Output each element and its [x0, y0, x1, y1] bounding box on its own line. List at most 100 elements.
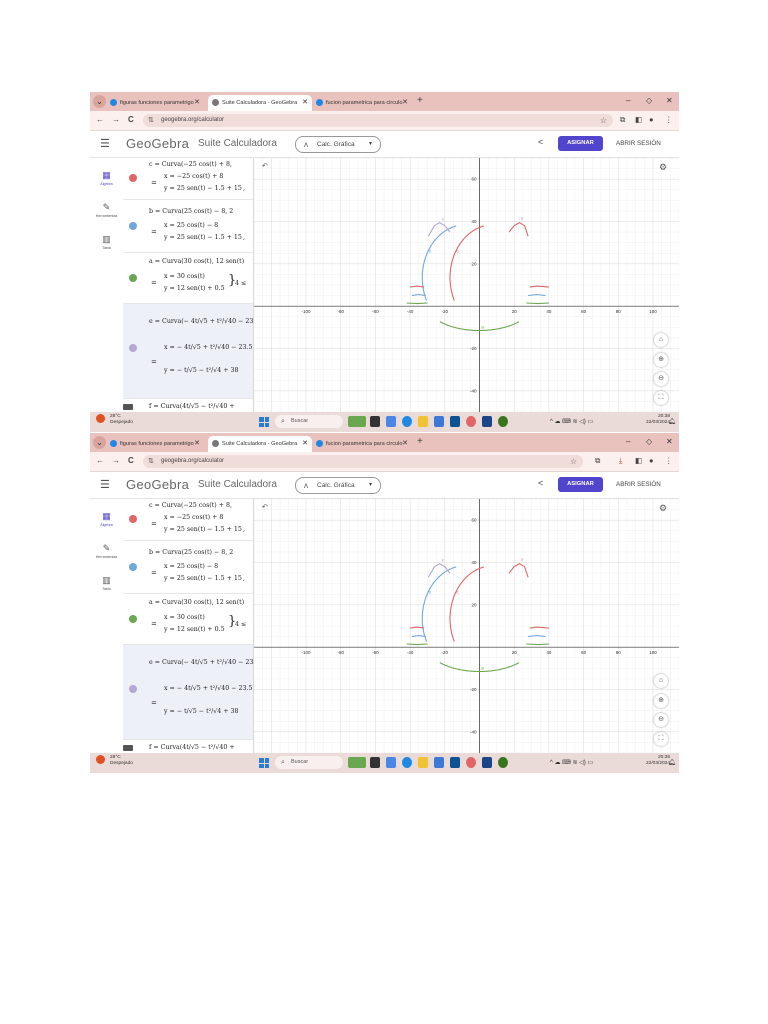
new-tab-button[interactable]: + — [417, 435, 423, 449]
weather-text[interactable]: 28°C Despejado — [110, 414, 133, 426]
zoom-in-icon[interactable]: ⊕ — [654, 694, 668, 708]
geogebra-app-icon[interactable] — [498, 757, 508, 768]
close-window-button[interactable]: ✕ — [666, 94, 673, 108]
tab-close-icon[interactable]: ✕ — [402, 436, 408, 452]
system-tray[interactable]: ^ ☁ ⌨ ≋ ◁) ▭ — [550, 757, 593, 769]
profile-icon[interactable]: ● — [649, 455, 654, 467]
profile-icon[interactable]: ● — [649, 114, 654, 126]
visibility-toggle[interactable] — [129, 685, 137, 693]
sidebar-item-table[interactable]: ▥ Tabla — [90, 575, 123, 591]
algebra-row[interactable]: f = Curva(4t/√5 − t²/√40 + — [123, 740, 253, 753]
zoom-out-icon[interactable]: ⊖ — [654, 713, 668, 727]
hamburger-menu-icon[interactable]: ☰ — [100, 137, 110, 150]
app-selector[interactable]: ᴧ Calc. Gráfica ▾ — [295, 477, 381, 494]
geogebra-app-icon[interactable] — [498, 416, 508, 427]
visibility-toggle[interactable] — [129, 515, 137, 523]
algebra-row[interactable]: e = Curva(− 4t/√5 + t²/√40 − 23 = x = − … — [123, 304, 253, 399]
assign-button[interactable]: ASIGNAR — [558, 477, 603, 492]
assign-button[interactable]: ASIGNAR — [558, 136, 603, 151]
visibility-toggle[interactable] — [129, 344, 137, 352]
algebra-row[interactable]: a = Curva(30 cos(t), 12 sen(t) = x = 30 … — [123, 253, 253, 304]
taskview-icon[interactable] — [370, 416, 380, 427]
algebra-row[interactable]: b = Curva(25 cos(t) − 8, 2 = x = 25 cos(… — [123, 541, 253, 594]
tab-close-icon[interactable]: ✕ — [194, 95, 200, 111]
chrome-app-icon[interactable] — [466, 757, 476, 768]
tab-search-button[interactable]: ⌄ — [93, 95, 106, 108]
sidebar-item-tools[interactable]: ✎ Herramientas — [90, 543, 123, 559]
undo-icon[interactable]: ↶ — [262, 503, 268, 511]
tab-close-icon[interactable]: ✕ — [302, 95, 308, 111]
visibility-toggle[interactable] — [129, 174, 137, 182]
address-bar[interactable]: ⇅ geogebra.org/calculator ☆ — [143, 455, 583, 468]
extensions-icon[interactable]: ⧉ — [620, 114, 625, 126]
minimize-button[interactable]: – — [626, 94, 630, 108]
tab-close-icon[interactable]: ✕ — [402, 95, 408, 111]
signin-button[interactable]: ABRIR SESIÓN — [616, 477, 661, 492]
algebra-row[interactable]: e = Curva(− 4t/√5 + t²/√40 − 23 = x = − … — [123, 645, 253, 740]
close-window-button[interactable]: ✕ — [666, 435, 673, 449]
back-icon[interactable]: ← — [96, 455, 104, 467]
maximize-button[interactable]: ◇ — [646, 435, 652, 449]
clock[interactable]: 20:38 22/03/2024 — [646, 755, 670, 767]
weather-icon[interactable] — [96, 414, 105, 423]
word-app-icon[interactable] — [482, 416, 492, 427]
edge-app-icon[interactable] — [402, 757, 412, 768]
tab-3[interactable]: fucion parametrica para circulo ✕ — [312, 436, 412, 452]
algebra-row[interactable]: b = Curva(25 cos(t) − 8, 2 = x = 25 cos(… — [123, 200, 253, 253]
app-selector[interactable]: ᴧ Calc. Gráfica ▾ — [295, 136, 381, 153]
signin-button[interactable]: ABRIR SESIÓN — [616, 136, 661, 151]
browser-menu-icon[interactable]: ⋮ — [665, 114, 673, 126]
algebra-row[interactable]: f = Curva(4t/√5 − t²/√40 + — [123, 399, 253, 412]
visibility-toggle[interactable] — [129, 563, 137, 571]
tab-3[interactable]: fucion parametrica para circulo ✕ — [312, 95, 412, 111]
taskbar-search[interactable]: ⌕ Buscar — [275, 415, 343, 428]
tab-2[interactable]: Suite Calculadora - GeoGebra ✕ — [208, 95, 312, 111]
tab-1[interactable]: figuras funciones parametrigo ✕ — [106, 95, 204, 111]
extensions-icon[interactable]: ⧉ — [595, 455, 600, 467]
undo-icon[interactable]: ↶ — [262, 162, 268, 170]
new-tab-button[interactable]: + — [417, 94, 423, 108]
widgets-app-icon[interactable] — [348, 757, 366, 768]
weather-icon[interactable] — [96, 755, 105, 764]
keyboard-icon[interactable] — [123, 745, 133, 751]
taskbar-search[interactable]: ⌕ Buscar — [275, 756, 343, 769]
hamburger-menu-icon[interactable]: ☰ — [100, 478, 110, 491]
forward-icon[interactable]: → — [112, 455, 120, 467]
algebra-row[interactable]: a = Curva(30 cos(t), 12 sen(t) = x = 30 … — [123, 594, 253, 645]
visibility-toggle[interactable] — [129, 222, 137, 230]
store-app-icon[interactable] — [450, 416, 460, 427]
store-app-icon[interactable] — [450, 757, 460, 768]
home-icon[interactable]: ⌂ — [654, 674, 668, 688]
algebra-row[interactable]: c = Curva(−25 cos(t) + 8, = x = −25 cos(… — [123, 158, 253, 200]
forward-icon[interactable]: → — [112, 114, 120, 126]
mail-app-icon[interactable] — [434, 416, 444, 427]
zoom-in-icon[interactable]: ⊕ — [654, 353, 668, 367]
weather-text[interactable]: 28°C Despejado — [110, 755, 133, 767]
tab-search-button[interactable]: ⌄ — [93, 436, 106, 449]
fullscreen-icon[interactable]: ⛶ — [654, 391, 668, 405]
visibility-toggle[interactable] — [129, 274, 137, 282]
windows-start-icon[interactable] — [259, 417, 269, 427]
file-explorer-icon[interactable] — [418, 757, 428, 768]
algebra-row[interactable]: c = Curva(−25 cos(t) + 8, = x = −25 cos(… — [123, 499, 253, 541]
home-icon[interactable]: ⌂ — [654, 333, 668, 347]
widgets-app-icon[interactable] — [348, 416, 366, 427]
site-info-icon[interactable]: ⇅ — [148, 455, 154, 468]
notification-bell-icon[interactable]: 🔔︎ — [668, 416, 676, 428]
reload-icon[interactable]: C — [128, 455, 134, 467]
minimize-button[interactable]: – — [626, 435, 630, 449]
zoom-out-icon[interactable]: ⊖ — [654, 372, 668, 386]
keyboard-icon[interactable] — [123, 404, 133, 410]
graphics-view[interactable]: -100 -80 -60 -40 -20 20 40 60 80 100 60 40 20 -20 -40 c… — [254, 499, 679, 753]
sidebar-item-table[interactable]: ▥ Tabla — [90, 234, 123, 250]
bookmark-star-icon[interactable]: ☆ — [570, 455, 577, 468]
sidebar-item-tools[interactable]: ✎ Herramientas — [90, 202, 123, 218]
bookmark-star-icon[interactable]: ☆ — [600, 114, 607, 127]
settings-gear-icon[interactable]: ⚙ — [659, 503, 667, 514]
notification-bell-icon[interactable]: 🔔︎ — [668, 757, 676, 769]
tab-close-icon[interactable]: ✕ — [302, 436, 308, 452]
graph-canvas[interactable]: -100 -80 -60 -40 -20 20 40 60 80 100 60 40 20 -20 -40 c… — [254, 158, 679, 412]
word-app-icon[interactable] — [482, 757, 492, 768]
tab-2[interactable]: Suite Calculadora - GeoGebra ✕ — [208, 436, 312, 452]
share-icon[interactable]: < — [538, 137, 543, 147]
